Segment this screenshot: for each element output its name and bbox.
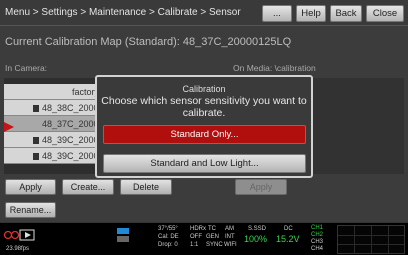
cal-readout: Cal: DE (158, 234, 179, 240)
am-label: AM (225, 226, 234, 232)
media-indicator (115, 226, 131, 253)
hdrx-label: HDRx (190, 226, 206, 232)
standard-and-low-light-button[interactable]: Standard and Low Light... (103, 154, 306, 173)
audio-channel-4: CH4 (311, 246, 324, 252)
dialog-title: Calibration (182, 84, 226, 94)
status-bar: 23.98fps 37°/55° Cal: DE Drop: 0 HDRx OF… (0, 222, 408, 255)
temp-readout: 37°/55° (158, 226, 178, 232)
camera-icon (3, 229, 35, 241)
audio-channel-1: CH1 (311, 225, 324, 231)
dialog-message: Choose which sensor sensitivity you want… (101, 95, 307, 119)
calibration-screen: Menu > Settings > Maintenance > Calibrat… (0, 0, 408, 222)
hdrx-value: OFF (190, 234, 202, 240)
sync-readout: SYNC (206, 242, 223, 248)
tc-label: TC (208, 226, 216, 232)
ratio-readout: 1:1 (190, 242, 199, 248)
dc-label: DC (284, 226, 293, 232)
dc-value: 15.2V (276, 234, 300, 244)
media-bar-icon (117, 228, 129, 234)
ssd-value: 100% (244, 234, 268, 244)
standard-only-button[interactable]: Standard Only... (103, 125, 306, 144)
am-value: INT (225, 234, 235, 240)
modal-overlay: Calibration Choose which sensor sensitiv… (0, 0, 408, 222)
histogram (337, 225, 405, 254)
calibration-dialog: Calibration Choose which sensor sensitiv… (95, 75, 313, 178)
media-bar-icon (117, 236, 129, 242)
drop-readout: Drop: 0 (158, 242, 178, 248)
ssd-label: S.SSD (248, 226, 267, 232)
audio-channel-2: CH2 (311, 232, 324, 238)
wifi-readout: WIFI (224, 242, 237, 248)
audio-channel-3: CH3 (311, 239, 324, 245)
fps-readout: 23.98fps (6, 246, 30, 252)
tc-value: GEN (206, 234, 220, 240)
